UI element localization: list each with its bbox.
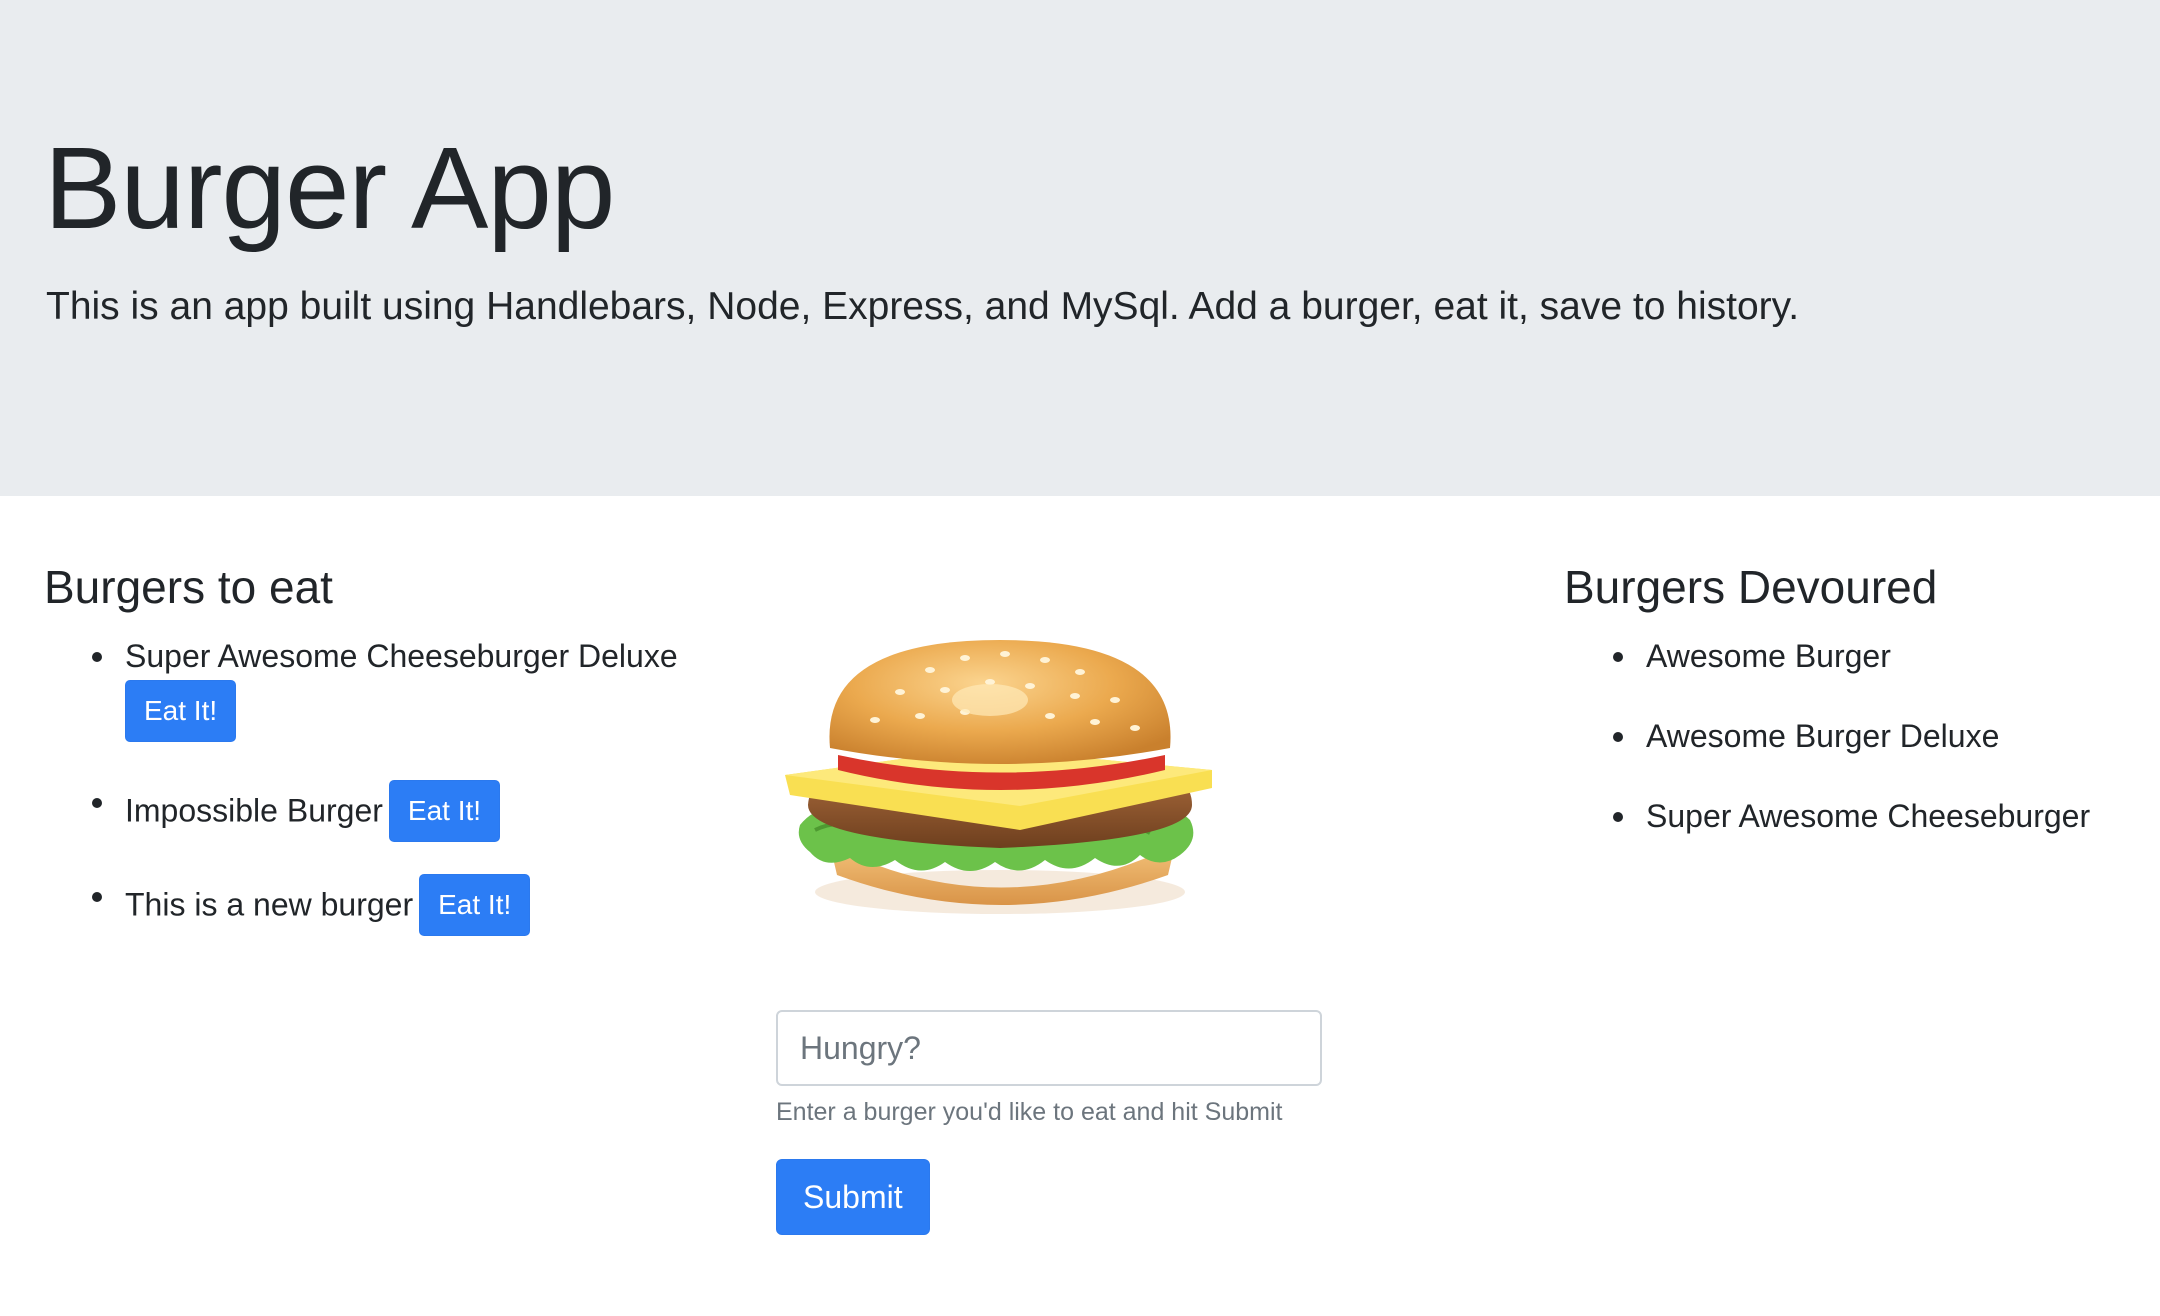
burger-name: Impossible Burger — [125, 792, 383, 829]
submit-button[interactable]: Submit — [776, 1159, 930, 1235]
input-help-text: Enter a burger you'd like to eat and hit… — [776, 1098, 1283, 1126]
burger-name-input[interactable] — [776, 1010, 1322, 1086]
burger-name: Super Awesome Cheeseburger Deluxe — [125, 638, 678, 674]
list-item: Impossible Burger Eat It! — [91, 780, 501, 844]
jumbotron: Burger App This is an app built using Ha… — [0, 0, 2160, 496]
burger-name: This is a new burger — [125, 886, 414, 923]
list-item: This is a new burger Eat It! — [91, 874, 531, 938]
list-item: Super Awesome Cheeseburger — [1612, 798, 2091, 834]
add-burger-form: Enter a burger you'd like to eat and hit… — [776, 1010, 1322, 1235]
eat-it-button[interactable]: Eat It! — [388, 780, 501, 842]
eat-it-button[interactable]: Eat It! — [125, 680, 237, 742]
burgers-devoured-heading: Burgers Devoured — [1564, 561, 1938, 613]
list-item: Awesome Burger Deluxe — [1612, 718, 2000, 754]
page-lead: This is an app built using Handlebars, N… — [46, 285, 1800, 328]
page-title: Burger App — [44, 123, 615, 253]
list-item: Awesome Burger — [1613, 638, 1891, 674]
burgers-to-eat-heading: Burgers to eat — [44, 561, 333, 613]
eat-it-button[interactable]: Eat It! — [419, 874, 531, 936]
burgers-to-eat-list: Super Awesome Cheeseburger Deluxe Eat It… — [91, 636, 765, 936]
list-item: Super Awesome Cheeseburger Deluxe Eat It… — [92, 636, 765, 742]
hamburger-icon — [785, 640, 1212, 914]
